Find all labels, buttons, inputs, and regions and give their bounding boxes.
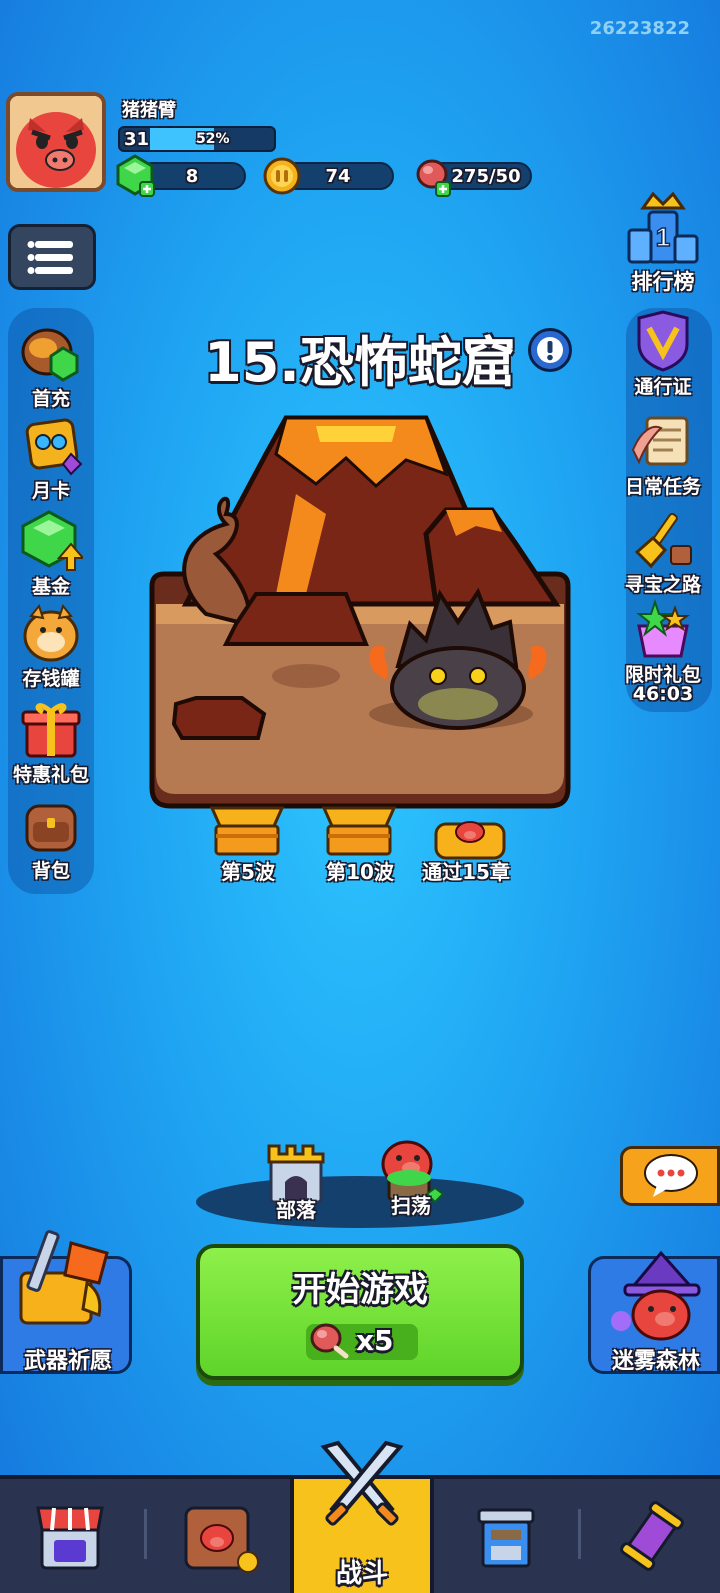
- gem-icon: [116, 154, 155, 197]
- reward-wave-5: 第5波: [221, 860, 275, 884]
- nav-tab-building[interactable]: [438, 1479, 574, 1593]
- building-icon: [477, 1508, 535, 1568]
- tribe-button[interactable]: 部落: [256, 1140, 336, 1223]
- treasure-path-label: 寻宝之路: [624, 574, 701, 596]
- daily-quest-button[interactable]: 日常任务: [618, 410, 708, 499]
- backpack-icon: [25, 804, 77, 852]
- player-avatar[interactable]: [6, 92, 106, 192]
- stage-info-button[interactable]: [528, 328, 572, 372]
- meat-stamina-icon: [416, 159, 451, 197]
- pig-face-icon: [10, 96, 102, 188]
- nav-tab-equipment[interactable]: [150, 1479, 286, 1593]
- monthly-card-label: 月卡: [31, 480, 70, 502]
- limited-gift-icon: [636, 598, 691, 658]
- bottom-navigation: 战斗: [0, 1440, 720, 1593]
- main-menu-button[interactable]: [8, 224, 96, 290]
- misty-forest-button[interactable]: 迷雾森林: [588, 1250, 720, 1374]
- hamburger-icon: [27, 241, 73, 274]
- player-level: 31: [124, 129, 150, 150]
- treasure-path-button[interactable]: 寻宝之路: [618, 508, 708, 597]
- piggy-bank-icon: [23, 603, 79, 662]
- chat-button[interactable]: [620, 1146, 720, 1206]
- monthly-card-button[interactable]: 月卡: [6, 414, 96, 503]
- crossed-swords-icon: [320, 1440, 404, 1526]
- reward-wave-10: 第10波: [326, 860, 394, 884]
- nav-divider: [578, 1509, 581, 1559]
- daily-quest-scroll-icon: [631, 416, 689, 466]
- equipment-chest-icon: [184, 1506, 259, 1573]
- coin-icon: [263, 157, 301, 195]
- backpack-label: 背包: [31, 860, 70, 882]
- weapon-wish-label: 武器祈愿: [23, 1349, 112, 1374]
- gift-box-icon: [21, 703, 81, 758]
- backpack-button[interactable]: 背包: [6, 794, 96, 883]
- stage-title: 15.恐怖蛇窟: [204, 331, 516, 394]
- start-game-button[interactable]: 开始游戏 x5: [196, 1244, 524, 1380]
- start-game-label: 开始游戏: [292, 1270, 428, 1310]
- misty-forest-label: 迷雾森林: [611, 1349, 700, 1374]
- special-gift-label: 特惠礼包: [12, 764, 89, 786]
- weapon-chest-icon: [19, 1230, 109, 1325]
- exp-percent: 52%: [196, 131, 230, 147]
- scroll-capsule-icon: [620, 1501, 684, 1571]
- nav-divider: [144, 1509, 147, 1559]
- piggy-bank-button[interactable]: 存钱罐: [6, 602, 96, 691]
- nav-tab-shop[interactable]: [0, 1479, 140, 1593]
- meat-stamina-icon: [310, 1323, 349, 1359]
- svg-text:1: 1: [656, 222, 670, 252]
- monthly-card-icon: [25, 418, 83, 476]
- stage-island-illustration[interactable]: [146, 414, 574, 818]
- special-gift-button[interactable]: 特惠礼包: [6, 698, 96, 787]
- chat-bubble-icon: [644, 1154, 698, 1197]
- user-id-label: 26223822: [589, 18, 690, 39]
- exp-progress-bar: 31 52%: [118, 126, 276, 152]
- leaderboard-crown-icon: 1: [627, 191, 699, 264]
- leaderboard-button[interactable]: 1 排行榜: [618, 190, 708, 296]
- sweep-button[interactable]: 扫荡: [366, 1134, 456, 1219]
- pig-chest-icon: [434, 821, 506, 860]
- nav-battle-label: 战斗: [335, 1559, 388, 1589]
- chest-icon: [321, 806, 397, 856]
- fund-label: 基金: [31, 576, 70, 598]
- shop-store-icon: [36, 1506, 104, 1570]
- piggy-bank-label: 存钱罐: [22, 668, 80, 690]
- start-cost-value: x5: [356, 1324, 394, 1357]
- reward-chapter-15: 通过15章: [422, 860, 510, 884]
- leaderboard-label: 排行榜: [631, 270, 695, 294]
- limited-gift-button[interactable]: 限时礼包 46:03: [618, 598, 708, 705]
- action-platform: [196, 1176, 524, 1228]
- chest-icon: [209, 806, 285, 856]
- nav-tab-battle[interactable]: 战斗: [290, 1440, 434, 1593]
- wizard-pig-icon: [611, 1250, 701, 1341]
- treasure-shovel-icon: [634, 512, 692, 569]
- weapon-wish-button[interactable]: 武器祈愿: [0, 1230, 132, 1374]
- daily-quest-label: 日常任务: [624, 476, 701, 498]
- fund-gem-icon: [21, 510, 86, 571]
- exclamation-icon: [537, 337, 563, 363]
- nav-tab-talent[interactable]: [584, 1479, 720, 1593]
- player-name: 猪猪臂: [122, 100, 176, 121]
- fund-button[interactable]: 基金: [6, 510, 96, 599]
